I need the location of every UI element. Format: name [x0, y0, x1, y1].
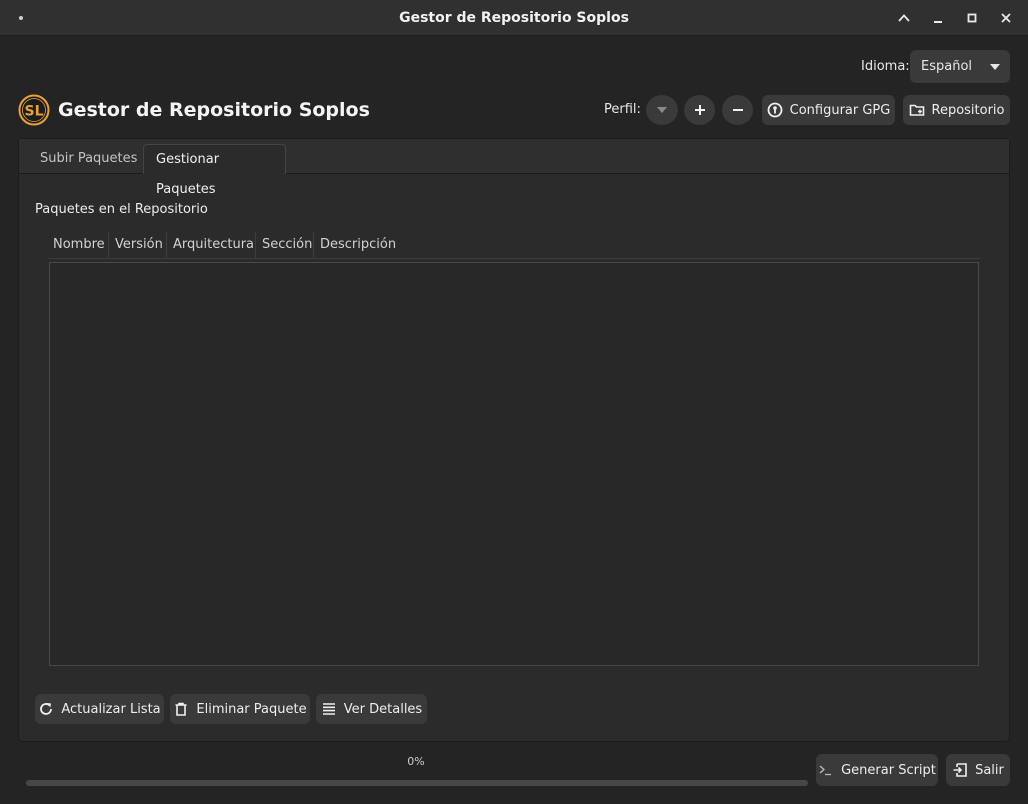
tab-manage-packages[interactable]: Gestionar Paquetes — [143, 144, 286, 197]
language-select[interactable]: Español — [910, 50, 1010, 83]
view-details-button[interactable]: Ver Detalles — [316, 694, 427, 724]
key-icon — [767, 102, 783, 118]
minimize-icon[interactable] — [928, 8, 948, 28]
view-details-label: Ver Detalles — [343, 701, 423, 717]
refresh-list-label: Actualizar Lista — [61, 701, 161, 717]
app-logo-icon: SL — [18, 94, 50, 126]
column-header-description[interactable]: Descripción — [314, 232, 434, 258]
minus-icon — [732, 109, 743, 111]
packages-list[interactable] — [49, 262, 979, 666]
configure-gpg-button[interactable]: Configurar GPG — [762, 95, 895, 125]
generate-script-button[interactable]: Generar Script — [816, 754, 938, 786]
delete-package-button[interactable]: Eliminar Paquete — [170, 694, 310, 724]
column-header-version[interactable]: Versión — [109, 232, 167, 258]
delete-package-label: Eliminar Paquete — [196, 701, 307, 717]
chevron-up-icon[interactable] — [894, 8, 914, 28]
profile-label: Perfil: — [604, 102, 641, 117]
remove-profile-button[interactable] — [722, 95, 753, 125]
column-header-section[interactable]: Sección — [256, 232, 314, 258]
terminal-icon — [819, 765, 832, 776]
progress-bar — [26, 780, 808, 786]
logo-text: SL — [24, 104, 43, 120]
close-icon[interactable] — [996, 8, 1016, 28]
header-divider — [48, 258, 980, 259]
profile-select[interactable] — [646, 95, 678, 125]
exit-icon — [953, 763, 967, 777]
tab-upload-packages[interactable]: Subir Paquetes — [28, 144, 149, 174]
refresh-icon — [40, 703, 53, 715]
app-title: Gestor de Repositorio Soplos — [58, 99, 370, 121]
repository-label: Repositorio — [931, 102, 1005, 118]
refresh-list-button[interactable]: Actualizar Lista — [35, 694, 164, 724]
configure-gpg-label: Configurar GPG — [789, 102, 891, 118]
column-header-name[interactable]: Nombre — [47, 232, 109, 258]
add-profile-button[interactable] — [684, 95, 715, 125]
folder-icon — [909, 104, 924, 116]
progress-text: 0% — [407, 755, 425, 768]
chevron-down-icon — [657, 107, 667, 113]
trash-icon — [175, 702, 187, 716]
list-icon — [322, 703, 335, 715]
language-label: Idioma: — [861, 59, 910, 74]
window-title: Gestor de Repositorio Soplos — [399, 10, 629, 26]
plus-icon — [694, 105, 705, 115]
repository-button[interactable]: Repositorio — [903, 95, 1010, 125]
language-value: Español — [921, 59, 973, 74]
maximize-icon[interactable] — [962, 8, 982, 28]
column-header-architecture[interactable]: Arquitectura — [167, 232, 256, 258]
packages-section-label: Paquetes en el Repositorio — [35, 202, 208, 217]
generate-script-label: Generar Script — [841, 762, 936, 778]
exit-button[interactable]: Salir — [946, 754, 1010, 786]
chevron-down-icon — [990, 64, 1000, 70]
exit-label: Salir — [975, 762, 1004, 778]
